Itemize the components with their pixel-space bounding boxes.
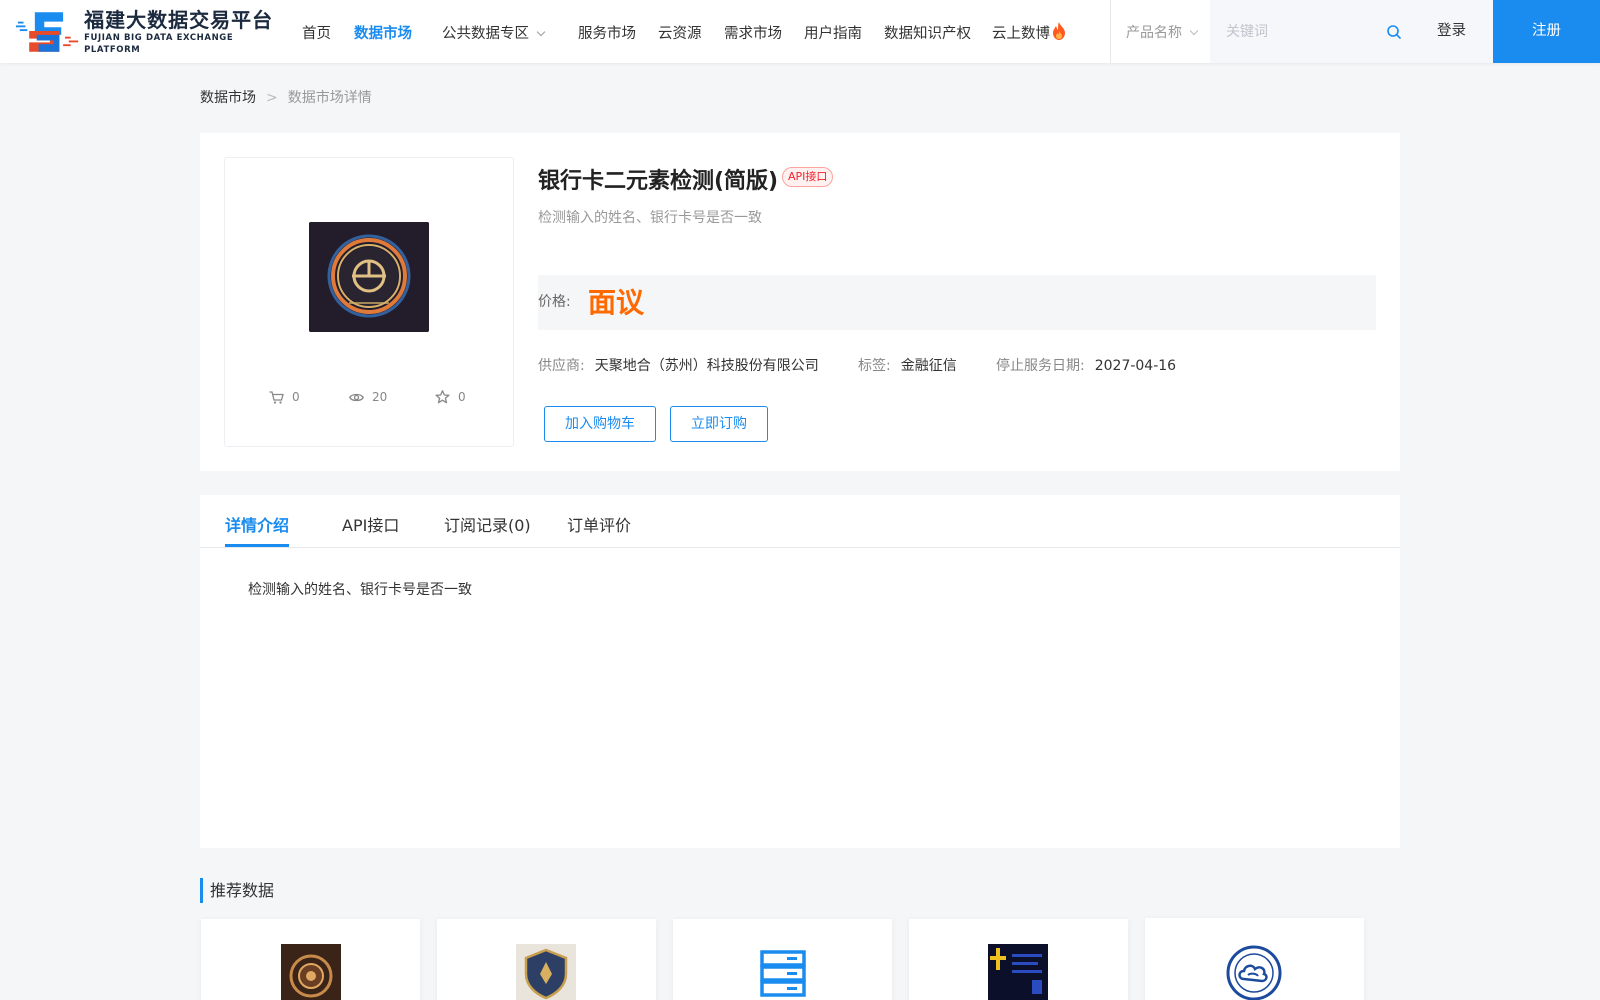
nav-item-cloud-expo-label: 云上数博 bbox=[992, 26, 1050, 42]
tab-api[interactable]: API接口 bbox=[342, 512, 399, 536]
nav-item-data-market[interactable]: 数据市场 bbox=[354, 22, 412, 43]
recommendations-title: 推荐数据 bbox=[200, 878, 274, 903]
tab-reviews[interactable]: 订单评价 bbox=[567, 512, 631, 536]
recommendation-card[interactable] bbox=[673, 919, 892, 1000]
cart-count: 0 bbox=[292, 390, 300, 404]
register-button[interactable]: 注册 bbox=[1493, 0, 1600, 63]
logo-mark-icon bbox=[16, 12, 79, 52]
tag-value: 金融征信 bbox=[900, 358, 957, 374]
chevron-down-icon bbox=[1189, 26, 1199, 36]
fire-icon bbox=[1053, 22, 1065, 40]
active-tab-indicator bbox=[225, 544, 289, 547]
breadcrumb: 数据市场 > 数据市场详情 bbox=[200, 87, 372, 107]
nav-item-cloud-expo[interactable]: 云上数博 bbox=[992, 22, 1066, 43]
nav-item-demand-market[interactable]: 需求市场 bbox=[724, 22, 782, 43]
supplier-name: 天聚地合（苏州）科技股份有限公司 bbox=[594, 358, 819, 374]
star-icon bbox=[435, 390, 450, 404]
cart-stat: 0 bbox=[269, 390, 300, 404]
add-to-cart-button[interactable]: 加入购物车 bbox=[544, 406, 656, 442]
product-image-box: 0 20 0 bbox=[224, 157, 514, 447]
tab-details[interactable]: 详情介绍 bbox=[225, 512, 289, 536]
site-logo[interactable]: 福建大数据交易平台 FUJIAN BIG DATA EXCHANGE PLATF… bbox=[16, 8, 281, 55]
nav-item-user-guide[interactable]: 用户指南 bbox=[804, 22, 862, 43]
cart-icon bbox=[269, 390, 284, 404]
top-header: 福建大数据交易平台 FUJIAN BIG DATA EXCHANGE PLATF… bbox=[0, 0, 1600, 63]
tag-label: 标签: bbox=[858, 358, 891, 374]
favorite-count: 0 bbox=[458, 390, 466, 404]
end-date-label: 停止服务日期: bbox=[996, 358, 1085, 374]
detail-tabs: 详情介绍 API接口 订阅记录(0) 订单评价 bbox=[200, 495, 1400, 548]
nav-item-service-market[interactable]: 服务市场 bbox=[578, 22, 636, 43]
detail-content: 检测输入的姓名、银行卡号是否一致 bbox=[248, 582, 472, 598]
product-description: 检测输入的姓名、银行卡号是否一致 bbox=[538, 210, 762, 226]
recommendation-card[interactable] bbox=[201, 919, 420, 1000]
nav-item-cloud-resources[interactable]: 云资源 bbox=[658, 22, 702, 43]
nav-item-public-data-label: 公共数据专区 bbox=[442, 26, 529, 42]
end-date-value: 2027-04-16 bbox=[1094, 358, 1177, 374]
tag-info: 标签: 金融征信 bbox=[858, 355, 957, 375]
nav-item-data-ip[interactable]: 数据知识产权 bbox=[884, 22, 971, 43]
bronze-emblem-icon bbox=[281, 944, 341, 1000]
supplier-info: 供应商: 天聚地合（苏州）科技股份有限公司 bbox=[538, 355, 819, 375]
search-input[interactable] bbox=[1226, 21, 1376, 43]
supplier-label: 供应商: bbox=[538, 358, 585, 374]
subscribe-button[interactable]: 立即订购 bbox=[670, 406, 768, 442]
detail-panel: 详情介绍 API接口 订阅记录(0) 订单评价 检测输入的姓名、银行卡号是否一致 bbox=[200, 495, 1400, 848]
logo-subtitle: FUJIAN BIG DATA EXCHANGE PLATFORM bbox=[84, 33, 234, 55]
price-bar: 价格: 面议 bbox=[538, 275, 1376, 330]
nav-item-public-data[interactable]: 公共数据专区 bbox=[442, 22, 546, 43]
breadcrumb-current: 数据市场详情 bbox=[287, 90, 372, 106]
search-type-label: 产品名称 bbox=[1126, 25, 1182, 41]
product-stats: 0 20 0 bbox=[225, 390, 515, 410]
recommendation-card[interactable] bbox=[909, 919, 1128, 1000]
product-title: 银行卡二元素检测(简版) bbox=[538, 169, 779, 194]
breadcrumb-separator: > bbox=[266, 90, 278, 106]
recommendation-card[interactable] bbox=[1145, 918, 1364, 1000]
server-stack-icon bbox=[753, 944, 813, 1000]
view-count: 20 bbox=[372, 390, 388, 404]
price-value: 面议 bbox=[588, 286, 645, 319]
login-button[interactable]: 登录 bbox=[1410, 0, 1493, 63]
logo-title: 福建大数据交易平台 bbox=[84, 8, 274, 32]
eye-icon bbox=[349, 393, 364, 401]
view-stat: 20 bbox=[349, 390, 387, 404]
product-card: 0 20 0 银行卡二元素检测(简版) API接口 检测输入的姓名、银行卡号是否… bbox=[200, 133, 1400, 471]
search-icon[interactable] bbox=[1386, 24, 1402, 40]
recommendation-card[interactable] bbox=[437, 919, 656, 1000]
product-type-badge: API接口 bbox=[782, 167, 834, 187]
dark-poster-icon bbox=[988, 944, 1048, 1000]
shield-emblem-icon bbox=[516, 944, 576, 1000]
nav-item-home[interactable]: 首页 bbox=[302, 22, 331, 43]
cloud-seal-icon bbox=[1224, 943, 1284, 1000]
tab-subscriptions[interactable]: 订阅记录(0) bbox=[444, 512, 531, 536]
price-label: 价格: bbox=[538, 294, 571, 310]
search-divider bbox=[1110, 0, 1111, 63]
favorite-stat[interactable]: 0 bbox=[435, 390, 466, 404]
search-box bbox=[1210, 0, 1410, 63]
product-image bbox=[309, 222, 429, 332]
chevron-down-icon bbox=[536, 27, 546, 37]
breadcrumb-link-data-market[interactable]: 数据市场 bbox=[200, 90, 256, 106]
end-date-info: 停止服务日期: 2027-04-16 bbox=[996, 355, 1176, 375]
search-type-select[interactable]: 产品名称 bbox=[1126, 22, 1199, 42]
